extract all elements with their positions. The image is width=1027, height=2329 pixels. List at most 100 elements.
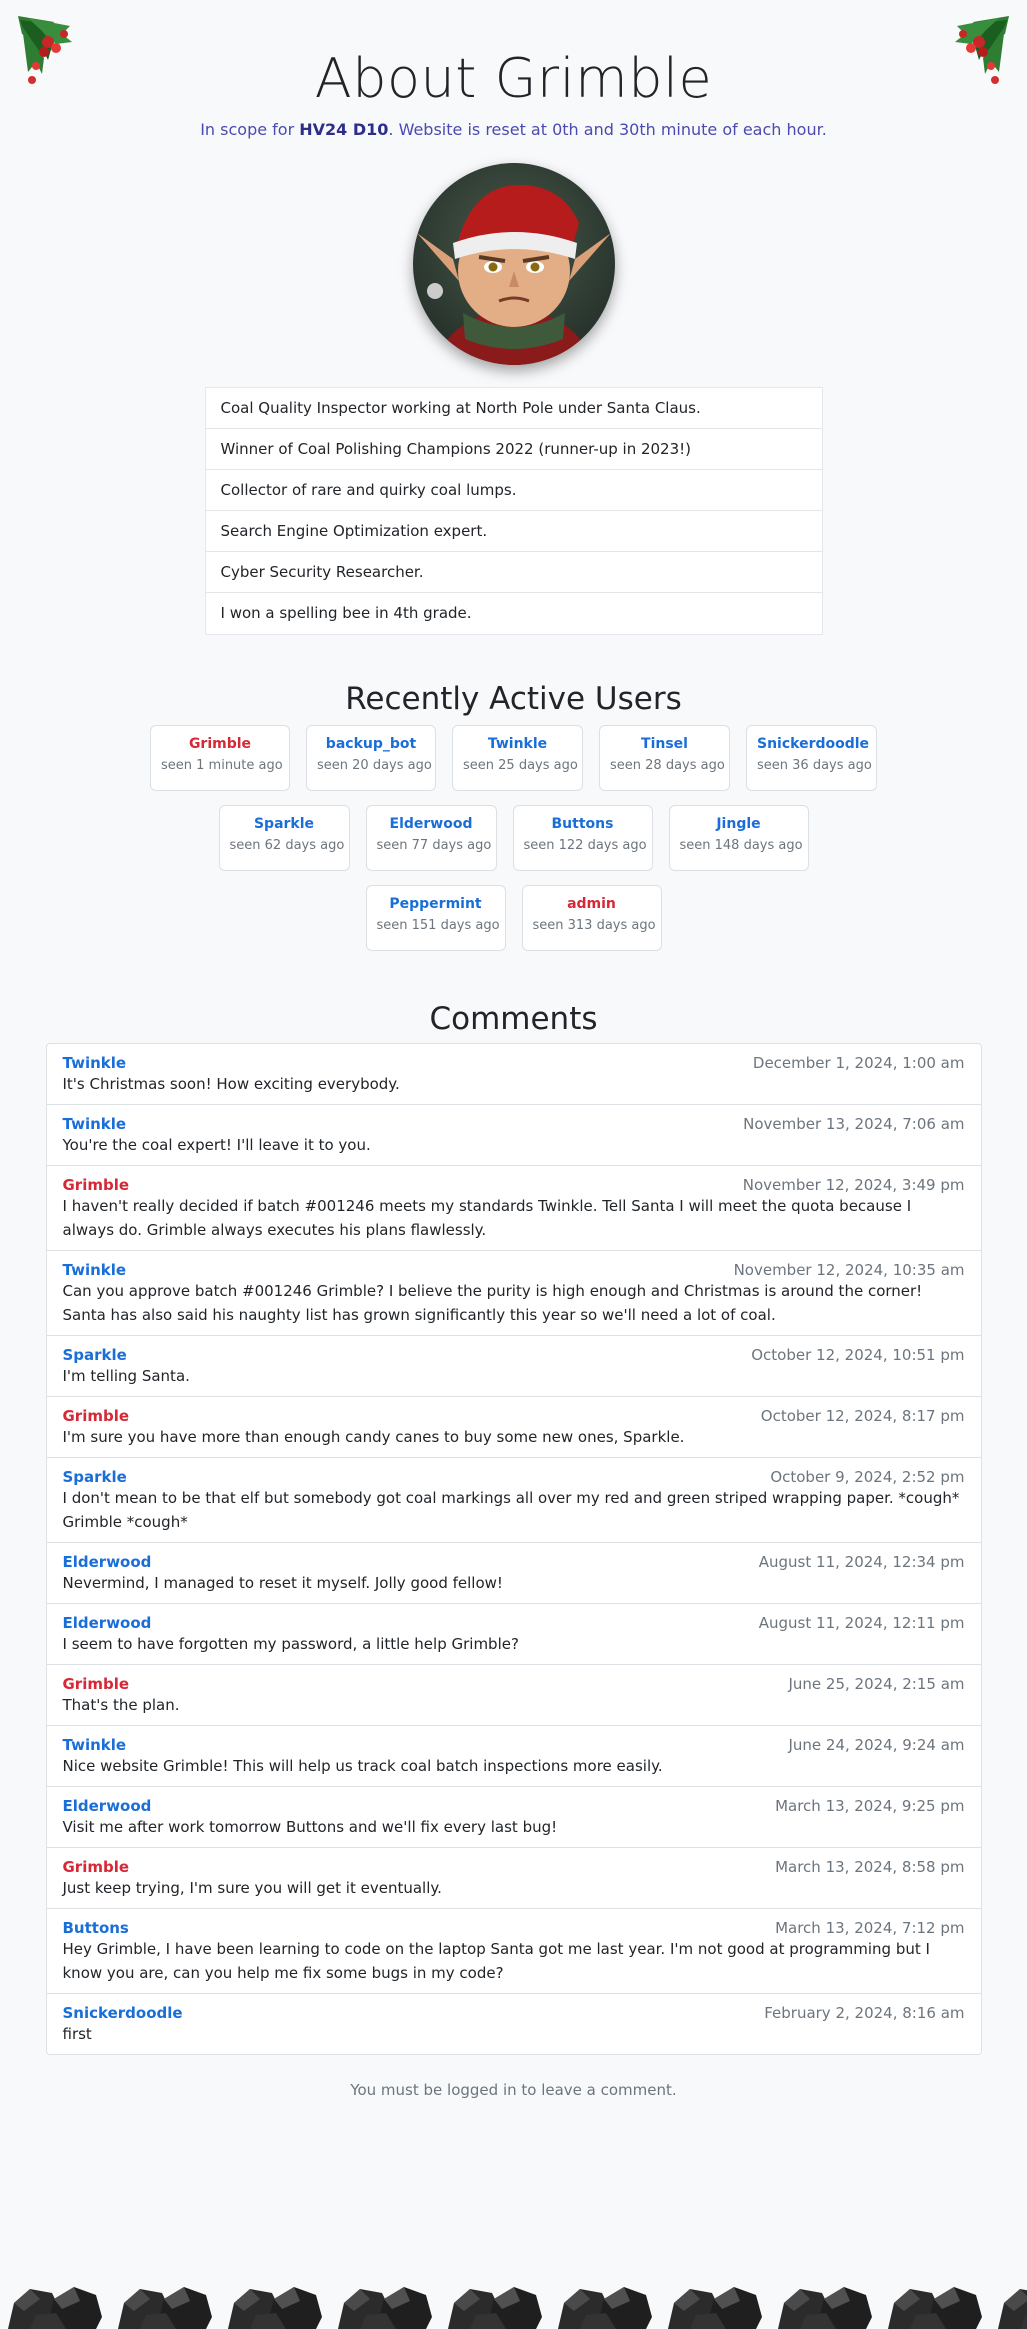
scope-event: HV24 D10 <box>299 120 389 139</box>
comment-header: Twinkle November 12, 2024, 10:35 am <box>63 1261 965 1279</box>
comment-item: Elderwood August 11, 2024, 12:34 pm Neverm… <box>46 1543 981 1604</box>
user-card-snickerdoodle[interactable]: Snickerdoodle seen 36 days ago <box>746 725 877 791</box>
coal-lump-icon <box>448 2287 542 2329</box>
coal-lump-icon <box>668 2287 762 2329</box>
comment-text: Nice website Grimble! This will help us … <box>62 1757 663 1775</box>
comment-item: Twinkle December 1, 2024, 1:00 am It's Chr… <box>46 1044 981 1105</box>
user-card-twinkle[interactable]: Twinkle seen 25 days ago <box>452 725 583 791</box>
comment-author[interactable]: Buttons <box>63 1919 129 1937</box>
comment-date: October 12, 2024, 8:17 pm <box>760 1407 965 1425</box>
comment-author[interactable]: Grimble <box>63 1675 130 1693</box>
comment-header: Twinkle December 1, 2024, 1:00 am <box>63 1054 965 1072</box>
coal-lump-icon <box>338 2287 432 2329</box>
user-last-seen: seen 148 days ago <box>679 838 803 853</box>
user-card-tinsel[interactable]: Tinsel seen 28 days ago <box>599 725 730 791</box>
user-last-seen: seen 313 days ago <box>532 918 656 933</box>
comment-header: Grimble November 12, 2024, 3:49 pm <box>63 1176 965 1194</box>
user-last-seen: seen 62 days ago <box>229 838 345 853</box>
comment-item: Grimble November 12, 2024, 3:49 pm I haven… <box>46 1166 981 1251</box>
comment-header: Grimble June 25, 2024, 2:15 am <box>63 1675 965 1693</box>
comment-author[interactable]: Twinkle <box>63 1736 127 1754</box>
comment-text: I haven't really decided if batch #00124… <box>62 1197 912 1239</box>
coal-lump-icon <box>8 2287 102 2329</box>
comment-author[interactable]: Elderwood <box>63 1614 152 1632</box>
scope-prefix: In scope for <box>200 120 300 139</box>
coal-footer <box>0 2259 1027 2329</box>
comment-author[interactable]: Grimble <box>63 1407 130 1425</box>
comment-date: February 2, 2024, 8:16 am <box>764 2004 965 2022</box>
user-card-jingle[interactable]: Jingle seen 148 days ago <box>668 805 809 871</box>
comment-author[interactable]: Grimble <box>63 1176 130 1194</box>
coal-lump-icon <box>228 2287 322 2329</box>
profile-fact: Coal Quality Inspector working at North … <box>205 388 822 429</box>
comment-author[interactable]: Sparkle <box>63 1346 127 1364</box>
coal-lump-icon <box>778 2287 872 2329</box>
comment-date: August 11, 2024, 12:11 pm <box>758 1614 965 1632</box>
user-card-peppermint[interactable]: Peppermint seen 151 days ago <box>365 885 506 951</box>
page-title: About Grimble <box>314 47 713 110</box>
comment-header: Sparkle October 12, 2024, 10:51 pm <box>63 1346 965 1364</box>
comment-author[interactable]: Elderwood <box>63 1553 152 1571</box>
user-card-grimble[interactable]: Grimble seen 1 minute ago <box>150 725 290 791</box>
profile-facts-list: Coal Quality Inspector working at North … <box>204 387 823 635</box>
user-card-admin[interactable]: admin seen 313 days ago <box>521 885 662 951</box>
comment-item: Twinkle November 12, 2024, 10:35 am Can yo… <box>46 1251 981 1336</box>
holly-left-icon <box>18 16 72 84</box>
comment-text: I'm sure you have more than enough candy… <box>62 1428 685 1446</box>
scope-suffix: . Website is reset at 0th and 30th minut… <box>388 120 827 139</box>
user-card-elderwood[interactable]: Elderwood seen 77 days ago <box>365 805 497 871</box>
user-name: Snickerdoodle <box>757 736 870 752</box>
comment-header: Snickerdoodle February 2, 2024, 8:16 am <box>63 2004 965 2022</box>
comment-text: Hey Grimble, I have been learning to cod… <box>62 1940 930 1982</box>
user-last-seen: seen 122 days ago <box>523 838 647 853</box>
comment-text: Visit me after work tomorrow Buttons and… <box>62 1818 558 1836</box>
profile-avatar <box>412 163 615 365</box>
comment-item: Grimble June 25, 2024, 2:15 am That's the … <box>46 1665 981 1726</box>
user-name: Tinsel <box>641 736 688 752</box>
user-name: Twinkle <box>487 736 548 752</box>
comments-list: Twinkle December 1, 2024, 1:00 am It's Chr… <box>45 1043 982 2055</box>
user-card-sparkle[interactable]: Sparkle seen 62 days ago <box>218 805 350 871</box>
comment-header: Twinkle November 13, 2024, 7:06 am <box>63 1115 965 1133</box>
user-name: backup_bot <box>325 736 417 752</box>
user-name: Buttons <box>551 816 614 832</box>
comments-section-title: Comments <box>429 1001 598 1037</box>
comment-text: You're the coal expert! I'll leave it to… <box>62 1136 371 1154</box>
profile-fact: Search Engine Optimization expert. <box>205 511 822 552</box>
coal-lump-icon <box>998 2289 1027 2329</box>
comment-item: Elderwood August 11, 2024, 12:11 pm I seem… <box>46 1604 981 1665</box>
user-card-backup-bot[interactable]: backup_bot seen 20 days ago <box>306 725 436 791</box>
comment-author[interactable]: Snickerdoodle <box>63 2004 183 2022</box>
comment-item: Grimble October 12, 2024, 8:17 pm I'm sure… <box>46 1397 981 1458</box>
user-name: admin <box>567 896 616 912</box>
comment-header: Elderwood March 13, 2024, 9:25 pm <box>63 1797 965 1815</box>
comment-author[interactable]: Twinkle <box>63 1054 127 1072</box>
comment-date: March 13, 2024, 7:12 pm <box>775 1919 965 1937</box>
comment-author[interactable]: Elderwood <box>63 1797 152 1815</box>
comment-text: I don't mean to be that elf but somebody… <box>62 1489 960 1531</box>
comment-header: Twinkle June 24, 2024, 9:24 am <box>63 1736 965 1754</box>
comment-text: Just keep trying, I'm sure you will get … <box>62 1879 442 1897</box>
comment-item: Sparkle October 12, 2024, 10:51 pm I'm tel… <box>46 1336 981 1397</box>
comment-date: August 11, 2024, 12:34 pm <box>758 1553 965 1571</box>
comment-header: Sparkle October 9, 2024, 2:52 pm <box>63 1468 965 1486</box>
comment-text: I seem to have forgotten my password, a … <box>62 1635 519 1653</box>
comment-author[interactable]: Twinkle <box>63 1115 127 1133</box>
comment-text: first <box>62 2025 92 2043</box>
comment-author[interactable]: Sparkle <box>63 1468 127 1486</box>
comment-item: Buttons March 13, 2024, 7:12 pm Hey Grimbl… <box>46 1909 981 1994</box>
profile-fact: I won a spelling bee in 4th grade. <box>220 604 472 622</box>
comment-text: I'm telling Santa. <box>62 1367 190 1385</box>
comment-author[interactable]: Twinkle <box>63 1261 127 1279</box>
comment-header: Buttons March 13, 2024, 7:12 pm <box>63 1919 965 1937</box>
user-card-buttons[interactable]: Buttons seen 122 days ago <box>512 805 653 871</box>
comment-date: November 12, 2024, 3:49 pm <box>742 1176 965 1194</box>
comment-item: Sparkle October 9, 2024, 2:52 pm I don't m… <box>46 1458 981 1543</box>
comment-header: Elderwood August 11, 2024, 12:11 pm <box>63 1614 965 1632</box>
profile-fact: Winner of Coal Polishing Champions 2022 … <box>205 429 822 470</box>
comment-header: Elderwood August 11, 2024, 12:34 pm <box>63 1553 965 1571</box>
coal-lump-icon <box>118 2287 212 2329</box>
comment-author[interactable]: Grimble <box>63 1858 130 1876</box>
comment-item: Grimble March 13, 2024, 8:58 pm Just keep … <box>46 1848 981 1909</box>
comment-date: June 24, 2024, 9:24 am <box>788 1736 965 1754</box>
